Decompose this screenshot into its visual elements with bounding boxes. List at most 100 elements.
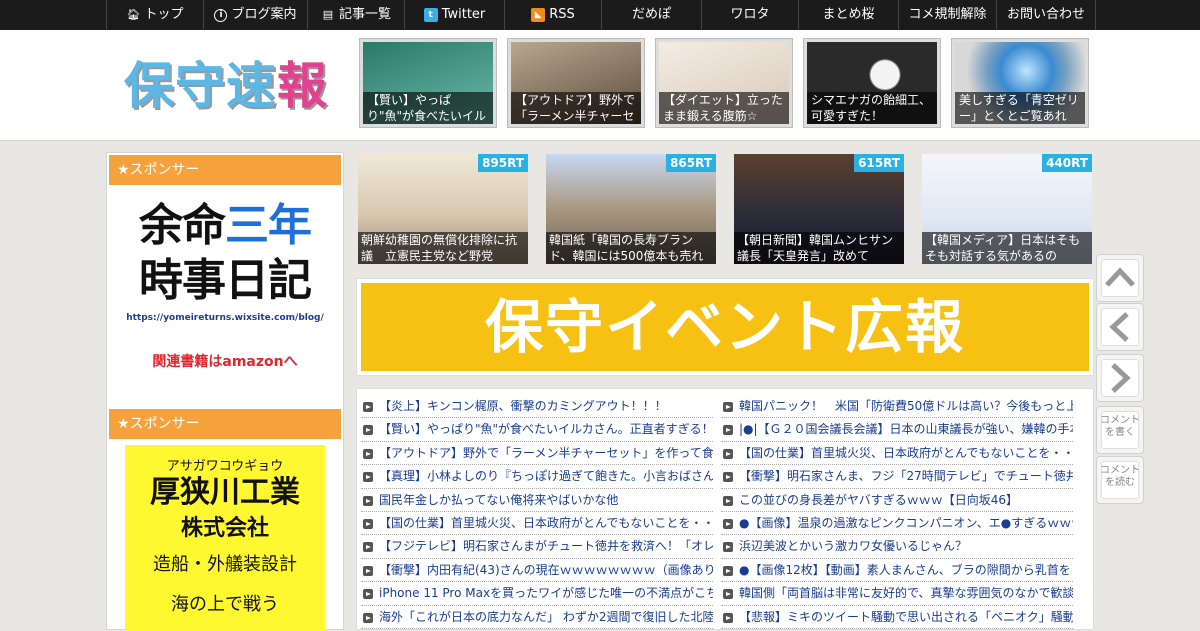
article-link[interactable]: |●|【Ｇ２０国会議長会議】日本の山東議長が強い、嫌韓の手本	[721, 418, 1073, 442]
article-link[interactable]: iPhone 11 Pro Maxを買ったワイが感じた唯一の不満点がこちら	[361, 582, 713, 606]
ad-amazon-link[interactable]: 関連書籍はamazonへ	[125, 351, 325, 371]
header-thumb[interactable]: 【ダイエット】立ったまま鍛える腹筋☆	[655, 38, 793, 128]
nav-item-matome-sakura[interactable]: まとめ桜	[798, 0, 898, 30]
article-link[interactable]: 【衝撃】内田有紀(43)さんの現在ｗｗｗｗｗｗｗｗ（画像あり）	[361, 559, 713, 583]
nav-label: RSS	[549, 7, 575, 22]
nav-item-contact[interactable]: お問い合わせ	[996, 0, 1096, 30]
nav-label: ブログ案内	[231, 7, 297, 22]
logo-char: 報	[277, 57, 328, 115]
logo-char: 保	[124, 57, 175, 115]
header-thumb[interactable]: 【アウトドア】野外で「ラーメン半チャーセット」	[507, 38, 645, 128]
banner-text: 保守イベント広報	[361, 283, 1089, 371]
article-link[interactable]: ●【画像】温泉の過激なピンクコンパニオン、エ●すぎるｗｗｗ	[721, 512, 1073, 536]
site-logo[interactable]: 保守速報	[124, 58, 328, 114]
nav-item-twitter[interactable]: t Twitter	[404, 0, 504, 30]
article-list-box: 【炎上】キンコン梶原、衝撃のカミングアウト！！！ 【賢い】やっぱり"魚"が食べた…	[356, 388, 1094, 630]
list-icon: ▤	[322, 8, 334, 21]
article-link[interactable]: この並びの身長差がヤバすぎるｗｗｗ【日向坂46】	[721, 489, 1073, 512]
rt-count-badge: 440RT	[1042, 154, 1092, 172]
chevron-up-icon	[1105, 267, 1135, 287]
logo-char: 守	[175, 57, 226, 115]
ranking-item[interactable]: 895RT 朝鮮幼稚園の無償化排除に抗議 立憲民主党など野党	[358, 154, 528, 264]
ad-description: 造船・外艤装設計	[153, 554, 297, 575]
article-link[interactable]: ●【画像12枚】【動画】素人まんさん、ブラの隙間から乳首を	[721, 559, 1073, 583]
article-link[interactable]: 【アウトドア】野外で「ラーメン半チャーセット」を作って食	[361, 442, 713, 466]
nav-item-warota[interactable]: ワロタ	[701, 0, 798, 30]
article-list-left: 【炎上】キンコン梶原、衝撃のカミングアウト！！！ 【賢い】やっぱり"魚"が食べた…	[361, 395, 713, 629]
ad-kana: アサガワコウギョウ	[166, 459, 284, 474]
ranking-caption: 【朝日新聞】韓国ムンヒサン議長「天皇発言」改めて	[734, 232, 904, 264]
thumb-caption: シマエナガの飴細工、可愛すぎた！	[807, 92, 937, 124]
article-link[interactable]: 【賢い】やっぱり"魚"が食べたいイルカさん。正直者すぎる！	[361, 418, 713, 442]
chevron-right-icon	[1111, 363, 1131, 393]
thumb-image: 【ダイエット】立ったまま鍛える腹筋☆	[659, 42, 789, 124]
ranking-item[interactable]: 865RT 韓国紙「韓国の長寿ブランド、韓国には500億本も売れ	[546, 154, 716, 264]
nav-item-article-list[interactable]: ▤ 記事一覧	[307, 0, 404, 30]
nav-label: お問い合わせ	[1006, 7, 1085, 22]
thumb-image: シマエナガの飴細工、可愛すぎた！	[807, 42, 937, 124]
scroll-top-button[interactable]	[1096, 254, 1144, 302]
header-thumb[interactable]: 【賢い】やっぱり"魚"が食べたいイルカさん	[359, 38, 497, 128]
ad-company-suffix: 株式会社	[180, 516, 269, 541]
nav-label: まとめ桜	[822, 7, 875, 22]
nav-label: トップ	[144, 7, 184, 22]
twitter-icon: t	[423, 8, 438, 22]
home-icon: 🏠︎	[126, 8, 141, 21]
header-thumb[interactable]: シマエナガの飴細工、可愛すぎた！	[803, 38, 941, 128]
sponsor-heading: ★スポンサー	[109, 155, 341, 185]
ad-extra: 海の上で戦う	[171, 594, 279, 615]
previous-page-button[interactable]	[1096, 303, 1144, 351]
thumb-caption: 【ダイエット】立ったまま鍛える腹筋☆	[659, 92, 789, 124]
nav-label: ワロタ	[730, 7, 770, 22]
nav-label: 記事一覧	[338, 7, 391, 22]
ranking-item[interactable]: 440RT 【韓国メディア】日本はそもそも対話する気があるの	[922, 154, 1092, 264]
ad-line: 時事日記	[139, 255, 312, 306]
nav-label: Twitter	[441, 7, 486, 22]
sponsor-heading: ★スポンサー	[109, 409, 341, 439]
nav-item-damepo[interactable]: だめぽ	[601, 0, 701, 30]
sidebar: ★スポンサー 余命三年 時事日記 https://yomeireturns.wi…	[106, 152, 344, 631]
article-link[interactable]: 韓国側「両首脳は非常に友好的で、真摯な雰囲気のなかで歓談	[721, 582, 1073, 606]
write-comment-button[interactable]: コメントを書く	[1096, 406, 1144, 454]
article-list-right: 韓国パニック！ 米国「防衛費50億ドルは高い？今後もっと上 |●|【Ｇ２０国会議…	[721, 395, 1073, 629]
article-link[interactable]: 【炎上】キンコン梶原、衝撃のカミングアウト！！！	[361, 395, 713, 419]
event-banner[interactable]: 保守イベント広報	[356, 278, 1094, 376]
thumb-image: 美しすぎる「青空ゼリー」とくとご覧あれ	[955, 42, 1085, 124]
sponsor-ad-yomei[interactable]: 余命三年 時事日記 https://yomeireturns.wixsite.c…	[125, 199, 325, 379]
chevron-left-icon	[1109, 312, 1129, 342]
article-link[interactable]: 【国の仕業】首里城火災、日本政府がとんでもないことを・・	[721, 442, 1073, 466]
article-link[interactable]: 浜辺美波とかいう激カワ女優いるじゃん？	[721, 535, 1073, 559]
article-link[interactable]: 海外「これが日本の底力なんだ」 わずか2週間で復旧した北陸	[361, 606, 713, 629]
button-label: コメントを書く	[1100, 415, 1140, 438]
nav-item-comment-unblock[interactable]: コメ規制解除	[898, 0, 996, 30]
ranking-item[interactable]: 615RT 【朝日新聞】韓国ムンヒサン議長「天皇発言」改めて	[734, 154, 904, 264]
sponsor-ad-asagawa[interactable]: アサガワコウギョウ 厚狭川工業 株式会社 造船・外艤装設計 海の上で戦う	[125, 445, 325, 631]
nav-label: コメ規制解除	[908, 7, 987, 22]
header-thumb[interactable]: 美しすぎる「青空ゼリー」とくとご覧あれ	[951, 38, 1089, 128]
ranking-caption: 韓国紙「韓国の長寿ブランド、韓国には500億本も売れ	[546, 232, 716, 264]
article-link[interactable]: 【悲報】ミキのツイート騒動で思い出される「ペニオク」騒動	[721, 606, 1073, 629]
ad-url: https://yomeireturns.wixsite.com/blog/	[126, 313, 324, 323]
ranking-caption: 朝鮮幼稚園の無償化排除に抗議 立憲民主党など野党	[358, 232, 528, 264]
thumb-caption: 【賢い】やっぱり"魚"が食べたいイルカさん	[363, 92, 493, 124]
rss-icon: ◣	[531, 8, 546, 22]
ad-line: 余命三年	[125, 199, 325, 253]
nav-item-blog-guide[interactable]: i ブログ案内	[203, 0, 307, 30]
read-comment-button[interactable]: コメントを読む	[1096, 456, 1144, 504]
article-link[interactable]: 【真理】小林よしのり『ちっぽけ過ぎて飽きた。小言おばさん	[361, 465, 713, 489]
article-link[interactable]: 韓国パニック！ 米国「防衛費50億ドルは高い？今後もっと上	[721, 395, 1073, 419]
rt-count-badge: 895RT	[478, 154, 528, 172]
article-link[interactable]: 【国の仕業】首里城火災、日本政府がとんでもないことを・・	[361, 512, 713, 536]
top-navigation: 🏠︎ トップ i ブログ案内 ▤ 記事一覧 t Twitter ◣ RSS だめ…	[0, 0, 1200, 30]
article-link[interactable]: 【フジテレビ】明石家さんまがチュート徳井を救済へ！「オレ	[361, 535, 713, 559]
nav-item-top[interactable]: 🏠︎ トップ	[106, 0, 203, 30]
next-page-button[interactable]	[1096, 354, 1144, 402]
thumb-caption: 【アウトドア】野外で「ラーメン半チャーセット」	[511, 92, 641, 124]
ad-text: 三年	[225, 200, 312, 251]
nav-wrap: 🏠︎ トップ i ブログ案内 ▤ 記事一覧 t Twitter ◣ RSS だめ…	[106, 0, 1096, 30]
nav-item-rss[interactable]: ◣ RSS	[504, 0, 601, 30]
article-link[interactable]: 【衝撃】明石家さんま、フジ「27時間テレビ」でチュート徳井	[721, 465, 1073, 489]
thumb-caption: 美しすぎる「青空ゼリー」とくとご覧あれ	[955, 92, 1085, 124]
rt-count-badge: 865RT	[666, 154, 716, 172]
article-link[interactable]: 国民年金しか払ってない俺将来やばいかな他	[361, 489, 713, 512]
